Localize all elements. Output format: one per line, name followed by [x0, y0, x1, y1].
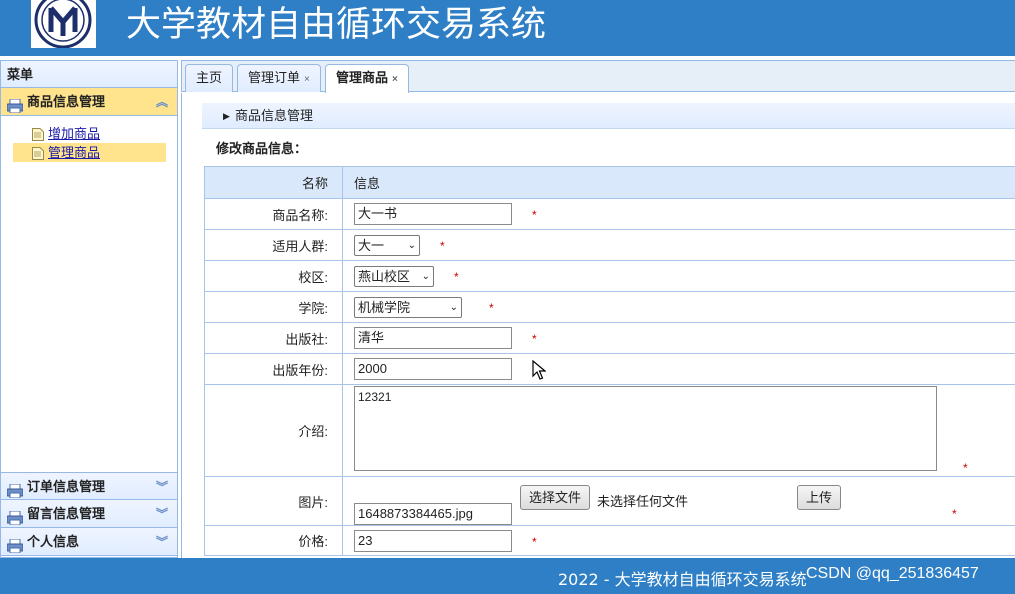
college-select[interactable]: 机械学院 ⌄ — [354, 296, 462, 318]
form-title: 修改商品信息： — [216, 141, 308, 156]
field-label: 商品名称: — [204, 198, 343, 230]
required-mark: * — [532, 208, 537, 222]
table-row: 商品名称: 大一书 * — [204, 198, 1015, 230]
chevron-down-icon: ⌄ — [407, 239, 416, 251]
main-content: ▶ 商品信息管理 修改商品信息： 名称 信息 商品名称: 大一书 * 适用人群:… — [181, 93, 1015, 558]
field-label: 学院: — [204, 291, 343, 323]
section-header: ▶ 商品信息管理 — [202, 103, 1015, 129]
column-header-name: 名称 — [204, 166, 343, 199]
menu-group-label: 商品信息管理 — [27, 94, 106, 109]
tab-bar: 主页 管理订单 × 管理商品 × — [181, 60, 1015, 93]
close-icon[interactable]: × — [392, 74, 398, 85]
app-header: 大学教材自由循环交易系统 — [0, 0, 1015, 56]
chevron-down-icon[interactable]: ︾ — [156, 473, 168, 501]
book-name-input[interactable]: 大一书 — [354, 203, 512, 225]
field-label: 价格: — [204, 525, 343, 556]
publisher-input[interactable]: 清华 — [354, 327, 512, 349]
field-label: 图片: — [204, 476, 343, 526]
chevron-down-icon[interactable]: ︾ — [156, 528, 168, 556]
table-row: 出版社: 清华 * — [204, 322, 1015, 354]
choose-file-button[interactable]: 选择文件 — [520, 485, 591, 510]
menu-group-personal-info[interactable]: 个人信息 ︾ — [1, 528, 177, 556]
tab-manage-products[interactable]: 管理商品 × — [325, 64, 409, 93]
select-value: 大一 — [358, 237, 385, 253]
menu-group-product-management[interactable]: 商品信息管理 ︽ — [1, 88, 177, 116]
required-mark: * — [489, 301, 494, 315]
menu-group-label: 留言信息管理 — [27, 506, 106, 521]
table-row: 介绍: 12321 * — [204, 384, 1015, 477]
price-input[interactable]: 23 — [354, 529, 512, 552]
table-row: 适用人群: 大一 ⌄ * — [204, 229, 1015, 261]
app-title: 大学教材自由循环交易系统 — [126, 5, 547, 45]
menu-group-order-management[interactable]: 订单信息管理 ︾ — [1, 472, 177, 500]
table-row: 学院: 机械学院 ⌄ * — [204, 291, 1015, 323]
tab-home[interactable]: 主页 — [185, 64, 234, 92]
upload-button[interactable]: 上传 — [797, 485, 842, 510]
menu-group-body: 增加商品 管理商品 — [1, 116, 177, 472]
chevron-down-icon: ⌄ — [421, 270, 430, 282]
close-icon[interactable]: × — [304, 74, 310, 85]
campus-select[interactable]: 燕山校区 ⌄ — [354, 265, 434, 287]
menu-item-label[interactable]: 增加商品 — [48, 126, 100, 141]
table-row: 价格: 23 * — [204, 525, 1015, 556]
required-mark: * — [532, 332, 537, 346]
table-row: 出版年份: 2000 — [204, 353, 1015, 385]
publish-year-input[interactable]: 2000 — [354, 358, 512, 380]
table-header-row: 名称 信息 — [204, 166, 1015, 199]
menu-group-label: 订单信息管理 — [27, 479, 106, 494]
university-logo — [31, 0, 96, 48]
audience-select[interactable]: 大一 ⌄ — [354, 234, 420, 256]
menu-title: 菜单 — [1, 61, 177, 88]
tab-label: 管理订单 — [248, 70, 301, 85]
menu-item-manage-product[interactable]: 管理商品 — [13, 143, 166, 162]
menu-group-message-management[interactable]: 留言信息管理 ︾ — [1, 500, 177, 528]
csdn-watermark: CSDN @qq_251836457 — [806, 565, 979, 582]
menu-item-add-product[interactable]: 增加商品 — [13, 124, 166, 143]
table-row: 图片: 选择文件 未选择任何文件 上传 1648873384465.jpg * — [204, 476, 1015, 526]
required-mark: * — [440, 239, 445, 253]
menu-group-label: 个人信息 — [27, 534, 80, 549]
field-label: 出版社: — [204, 322, 343, 354]
edit-product-form: 名称 信息 商品名称: 大一书 * 适用人群: 大一 ⌄ * 校区: 燕山校区 ⌄ … — [204, 166, 1015, 556]
chevron-down-icon: ⌄ — [449, 301, 458, 313]
required-mark: * — [952, 507, 957, 521]
required-mark: * — [454, 270, 459, 284]
menu-item-label[interactable]: 管理商品 — [48, 145, 100, 160]
field-label: 适用人群: — [204, 229, 343, 261]
tab-label: 主页 — [196, 70, 223, 85]
intro-textarea[interactable]: 12321 — [354, 386, 937, 471]
printer-icon — [6, 95, 24, 123]
tab-label: 管理商品 — [336, 70, 389, 85]
image-filename-input[interactable]: 1648873384465.jpg — [354, 503, 512, 525]
select-value: 机械学院 — [358, 299, 411, 315]
field-label: 出版年份: — [204, 353, 343, 385]
select-value: 燕山校区 — [358, 268, 411, 284]
no-file-selected-text: 未选择任何文件 — [597, 494, 689, 509]
sidebar-menu: 菜单 商品信息管理 ︽ 增加商品 管理商品 订单信息管理 ︾ 留言信息管理 ︾ … — [0, 60, 178, 558]
section-title: 商品信息管理 — [235, 108, 314, 123]
table-row: 校区: 燕山校区 ⌄ * — [204, 260, 1015, 292]
column-header-info: 信息 — [342, 166, 1015, 199]
chevron-up-icon[interactable]: ︽ — [156, 88, 168, 116]
required-mark: * — [532, 535, 537, 549]
mouse-cursor-icon — [532, 359, 547, 383]
app-footer: 2022 - 大学教材自由循环交易系统 CSDN @qq_251836457 — [0, 558, 1015, 594]
field-label: 介绍: — [204, 384, 343, 477]
tab-manage-orders[interactable]: 管理订单 × — [237, 64, 321, 92]
required-mark: * — [963, 461, 968, 475]
field-label: 校区: — [204, 260, 343, 292]
chevron-down-icon[interactable]: ︾ — [156, 500, 168, 528]
document-icon — [32, 146, 44, 165]
footer-text: 2022 - 大学教材自由循环交易系统 — [558, 570, 807, 589]
triangle-right-icon: ▶ — [223, 111, 230, 121]
